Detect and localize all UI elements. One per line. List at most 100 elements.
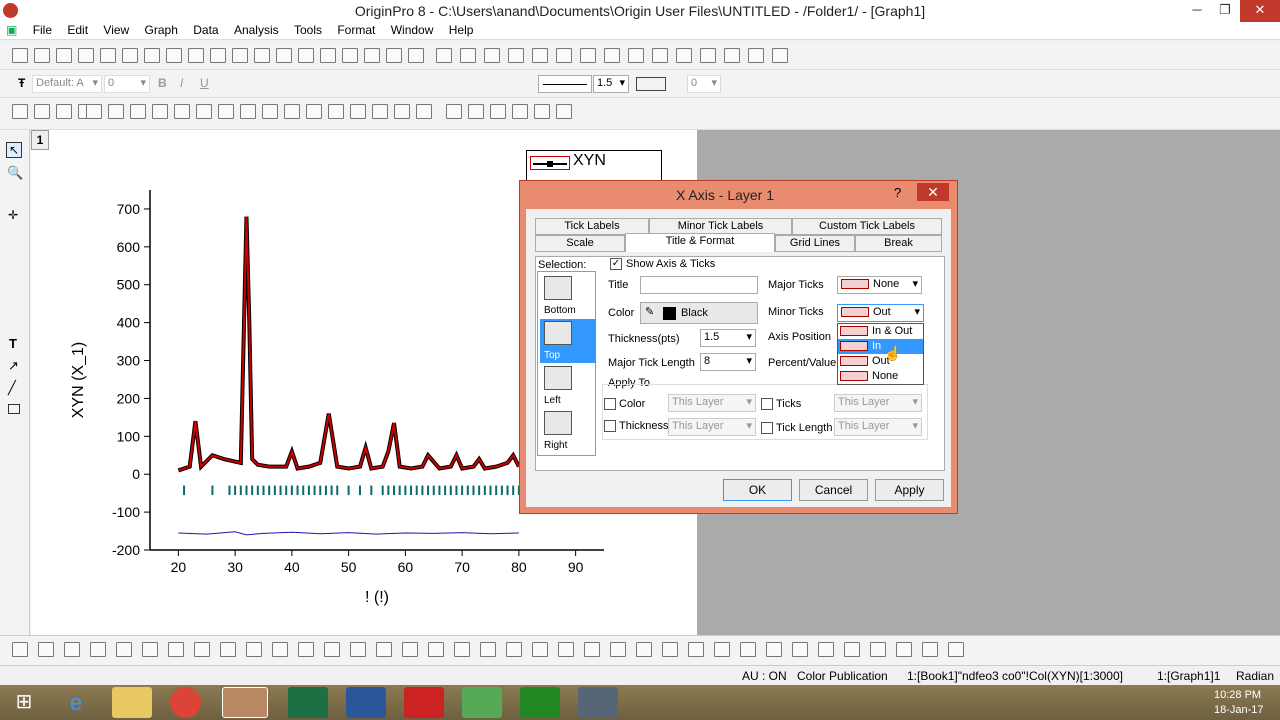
toolbar-button-icon[interactable]	[144, 48, 160, 63]
toolbar-button-icon[interactable]	[210, 48, 226, 63]
toolbar-button-icon[interactable]	[556, 48, 572, 63]
toolbar-button-icon[interactable]	[12, 642, 28, 657]
arrow-tool-icon[interactable]: ↗	[8, 358, 19, 374]
toolbar-button-icon[interactable]	[276, 48, 292, 63]
toolbar-button-icon[interactable]	[142, 642, 158, 657]
toolbar-button-icon[interactable]	[460, 48, 476, 63]
close-icon[interactable]: ✕	[1240, 0, 1280, 22]
toolbar-button-icon[interactable]	[534, 104, 550, 119]
toolbar-button-icon[interactable]	[64, 642, 80, 657]
apply-color-checkbox[interactable]	[604, 398, 616, 410]
crosshair-icon[interactable]: ✛	[8, 208, 18, 222]
toolbar-button-icon[interactable]	[948, 642, 964, 657]
selection-bottom[interactable]: Bottom	[540, 274, 596, 318]
major-ticks-select[interactable]: None	[837, 276, 922, 294]
toolbar-button-icon[interactable]	[246, 642, 262, 657]
toolbar-button-icon[interactable]	[870, 642, 886, 657]
toolbar-button-icon[interactable]	[446, 104, 462, 119]
toolbar-button-icon[interactable]	[116, 642, 132, 657]
toolbar-button-icon[interactable]	[174, 104, 190, 119]
apply-tick-length-checkbox[interactable]	[761, 422, 773, 434]
selection-top[interactable]: Top	[540, 319, 596, 363]
minimize-icon[interactable]: ─	[1182, 0, 1212, 22]
help-icon[interactable]: ?	[894, 185, 901, 200]
toolbar-button-icon[interactable]	[108, 104, 124, 119]
toolbar-button-icon[interactable]	[38, 642, 54, 657]
menu-edit[interactable]: Edit	[61, 22, 94, 38]
toolbar-button-icon[interactable]	[436, 48, 452, 63]
toolbar-button-icon[interactable]	[56, 48, 72, 63]
toolbar-button-icon[interactable]	[662, 642, 678, 657]
toolbar-button-icon[interactable]	[792, 642, 808, 657]
toolbar-button-icon[interactable]	[152, 104, 168, 119]
toolbar-button-icon[interactable]	[130, 104, 146, 119]
toolbar-button-icon[interactable]	[320, 48, 336, 63]
toolbar-button-icon[interactable]	[240, 104, 256, 119]
toolbar-button-icon[interactable]	[844, 642, 860, 657]
menu-view[interactable]: View	[97, 22, 135, 38]
tab-break[interactable]: Break	[855, 235, 942, 252]
toolbar-button-icon[interactable]	[220, 642, 236, 657]
menu-graph[interactable]: Graph	[139, 22, 184, 38]
font-select[interactable]: Default: A	[32, 75, 102, 93]
toolbar-button-icon[interactable]	[90, 642, 106, 657]
toolbar-button-icon[interactable]	[740, 642, 756, 657]
toolbar-button-icon[interactable]	[86, 104, 102, 119]
toolbar-button-icon[interactable]	[652, 48, 668, 63]
toolbar-button-icon[interactable]	[408, 48, 424, 63]
toolbar-button-icon[interactable]	[376, 642, 392, 657]
menu-format[interactable]: Format	[331, 22, 381, 38]
dropdown-option-none[interactable]: None	[838, 369, 923, 384]
legend[interactable]: XYN	[526, 150, 662, 182]
rect-shape-icon[interactable]	[636, 77, 666, 91]
bold-icon[interactable]: B	[158, 76, 167, 90]
toolbar-button-icon[interactable]	[166, 48, 182, 63]
dropdown-option-in[interactable]: In	[838, 339, 923, 354]
restore-icon[interactable]: ❐	[1210, 0, 1240, 22]
italic-icon[interactable]: I	[180, 76, 183, 90]
toolbar-button-icon[interactable]	[714, 642, 730, 657]
windows-start-icon[interactable]: ⊞	[6, 687, 42, 718]
window-app-icon[interactable]	[578, 687, 618, 718]
menu-analysis[interactable]: Analysis	[228, 22, 285, 38]
rect-tool-icon[interactable]	[8, 404, 20, 414]
toolbar-button-icon[interactable]	[324, 642, 340, 657]
line-width-select[interactable]: 1.5	[593, 75, 629, 93]
fps-toolbar-icon[interactable]	[462, 687, 502, 718]
value-select[interactable]: 0	[687, 75, 721, 93]
toolbar-button-icon[interactable]	[454, 642, 470, 657]
toolbar-button-icon[interactable]	[610, 642, 626, 657]
toolbar-button-icon[interactable]	[558, 642, 574, 657]
pointer-icon[interactable]: ↖	[6, 142, 22, 158]
origin-icon[interactable]	[222, 687, 268, 718]
toolbar-button-icon[interactable]	[262, 104, 278, 119]
word-icon[interactable]	[346, 687, 386, 718]
apply-ticks-layer-select[interactable]: This Layer	[834, 394, 922, 412]
toolbar-button-icon[interactable]	[766, 642, 782, 657]
toolbar-button-icon[interactable]	[484, 48, 500, 63]
toolbar-button-icon[interactable]	[428, 642, 444, 657]
toolbar-button-icon[interactable]	[306, 104, 322, 119]
toolbar-button-icon[interactable]	[676, 48, 692, 63]
toolbar-button-icon[interactable]	[724, 48, 740, 63]
toolbar-button-icon[interactable]	[490, 104, 506, 119]
tab-custom-tick-labels[interactable]: Custom Tick Labels	[792, 218, 942, 235]
toolbar-button-icon[interactable]	[818, 642, 834, 657]
chrome-icon[interactable]	[170, 687, 201, 718]
ok-button[interactable]: OK	[723, 479, 792, 501]
selection-right[interactable]: Right	[540, 409, 596, 453]
toolbar-button-icon[interactable]	[532, 642, 548, 657]
toolbar-button-icon[interactable]	[194, 642, 210, 657]
toolbar-button-icon[interactable]	[402, 642, 418, 657]
toolbar-button-icon[interactable]	[922, 642, 938, 657]
toolbar-button-icon[interactable]	[34, 104, 50, 119]
ie-icon[interactable]: e	[56, 687, 96, 718]
font-size-select[interactable]: 0	[104, 75, 150, 93]
toolbar-button-icon[interactable]	[12, 48, 28, 63]
zoom-icon[interactable]: 🔍	[7, 165, 23, 181]
toolbar-button-icon[interactable]	[272, 642, 288, 657]
toolbar-button-icon[interactable]	[78, 48, 94, 63]
graph-app-icon[interactable]	[520, 687, 560, 718]
color-button[interactable]: ✎ Black	[640, 302, 758, 324]
toolbar-button-icon[interactable]	[748, 48, 764, 63]
